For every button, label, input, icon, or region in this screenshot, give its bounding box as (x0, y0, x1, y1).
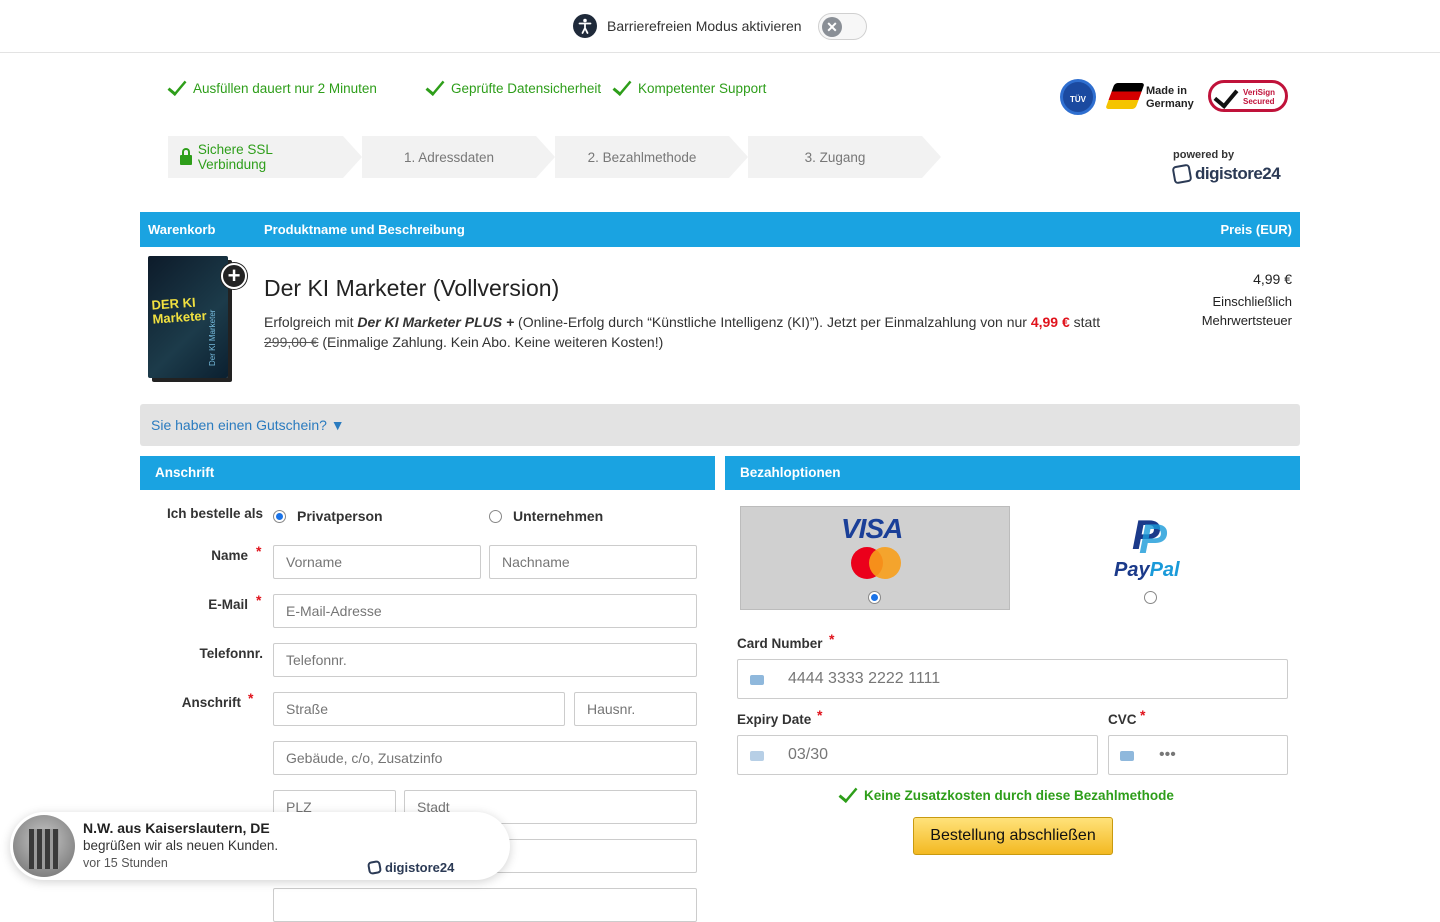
step-ssl: Sichere SSL Verbindung (168, 136, 362, 178)
email-label: E-Mail (208, 597, 248, 612)
paypal-icon[interactable]: PP (1132, 513, 1172, 561)
payment-header: Bezahloptionen (725, 456, 1300, 490)
email-input[interactable] (273, 594, 697, 628)
required-marker: * (248, 690, 254, 706)
close-icon: ✕ (822, 17, 842, 37)
product-price: 4,99 € Einschließlich Mehrwertsteuer (1201, 271, 1292, 328)
extra-input[interactable] (273, 888, 697, 922)
toast-time: vor 15 Stunden (83, 856, 168, 870)
name-label: Name (211, 548, 248, 563)
radio-private[interactable] (273, 510, 286, 523)
order-as-label: Ich bestelle als (166, 506, 263, 521)
made-in-germany-badge: Made in Germany (1105, 79, 1198, 115)
step-payment-method: 2. Bezahlmethode (555, 136, 748, 178)
required-marker: * (1140, 707, 1146, 723)
address-header: Anschrift (140, 456, 715, 490)
radio-company-label: Unternehmen (513, 508, 604, 524)
street-input[interactable] (273, 692, 565, 726)
product-description: Erfolgreich mit Der KI Marketer PLUS + (… (264, 314, 1101, 350)
german-flag-icon (1105, 83, 1145, 109)
cart-col-price: Preis (EUR) (1220, 222, 1292, 237)
card-number-input[interactable] (737, 659, 1288, 699)
coupon-section: Sie haben einen Gutschein? ▼ (140, 404, 1300, 446)
required-marker: * (256, 592, 262, 608)
radio-private-label: Privatperson (297, 508, 383, 524)
lock-icon (180, 148, 192, 165)
feature-quick-fill: Ausfüllen dauert nur 2 Minuten (167, 75, 377, 96)
address-label: Anschrift (181, 695, 241, 710)
building-input[interactable] (273, 741, 697, 775)
required-marker: * (817, 707, 823, 723)
step-access: 3. Zugang (748, 136, 941, 178)
feature-support: Kompetenter Support (612, 75, 766, 96)
no-extra-cost-note: Keine Zusatzkosten durch diese Bezahlmet… (838, 782, 1174, 803)
expiry-label: Expiry Date (737, 712, 812, 727)
powered-by-label: powered by (1173, 149, 1235, 161)
city-image (13, 815, 75, 877)
complete-order-button[interactable]: Bestellung abschließen (913, 817, 1113, 855)
toast-title: N.W. aus Kaiserslautern, DE (83, 820, 270, 836)
social-proof-toast[interactable]: N.W. aus Kaiserslautern, DE begrüßen wir… (10, 812, 510, 880)
visa-logo: VISA (841, 513, 903, 544)
check-icon (167, 75, 187, 96)
feature-data-security: Geprüfte Datensicherheit (425, 75, 601, 96)
digistore24-logo: digistore24 (1171, 163, 1281, 185)
product-image: DER KI Marketer Der KI Marketer (148, 256, 228, 378)
check-icon (612, 75, 632, 96)
verisign-check-icon (1213, 83, 1239, 109)
phone-input[interactable] (273, 643, 697, 677)
phone-label: Telefonnr. (199, 646, 263, 661)
credit-card-icon (750, 675, 764, 685)
product-title: Der KI Marketer (Vollversion) (264, 275, 560, 301)
toast-digistore24-logo: digistore24 (366, 859, 454, 876)
radio-company[interactable] (489, 510, 502, 523)
calendar-icon (750, 751, 764, 761)
accessibility-icon[interactable] (573, 14, 597, 38)
tuv-badge: TÜV (1060, 79, 1096, 115)
plus-icon[interactable]: + (221, 263, 247, 289)
accessibility-toggle[interactable]: ✕ (818, 13, 867, 40)
accessibility-bar: Barrierefreien Modus aktivieren ✕ (0, 0, 1440, 53)
step-address: 1. Adressdaten (362, 136, 555, 178)
digistore24-icon (1171, 163, 1193, 185)
verisign-badge: VeriSign Secured (1208, 80, 1288, 112)
accessibility-label: Barrierefreien Modus aktivieren (607, 18, 802, 34)
cvc-input[interactable] (1108, 735, 1288, 775)
paypal-logo[interactable]: PayPal (1114, 559, 1180, 582)
lastname-input[interactable] (489, 545, 697, 579)
card-number-label: Card Number (737, 636, 823, 651)
cart-header: Warenkorb Produktname und Beschreibung P… (140, 212, 1300, 247)
firstname-input[interactable] (273, 545, 481, 579)
expiry-input[interactable] (737, 735, 1098, 775)
check-icon (425, 75, 445, 96)
radio-card[interactable] (868, 591, 881, 604)
toast-message: begrüßen wir als neuen Kunden. (83, 838, 279, 853)
cart-col-product: Produktname und Beschreibung (264, 222, 465, 237)
house-number-input[interactable] (574, 692, 697, 726)
digistore24-icon (366, 859, 383, 876)
radio-paypal[interactable] (1144, 591, 1157, 604)
required-marker: * (829, 631, 835, 647)
coupon-toggle[interactable]: Sie haben einen Gutschein? ▼ (151, 417, 345, 433)
cart-col-cart: Warenkorb (148, 222, 216, 237)
check-icon (838, 782, 858, 803)
required-marker: * (256, 543, 262, 559)
cvc-card-icon (1120, 751, 1134, 761)
cvc-label: CVC (1108, 712, 1137, 727)
